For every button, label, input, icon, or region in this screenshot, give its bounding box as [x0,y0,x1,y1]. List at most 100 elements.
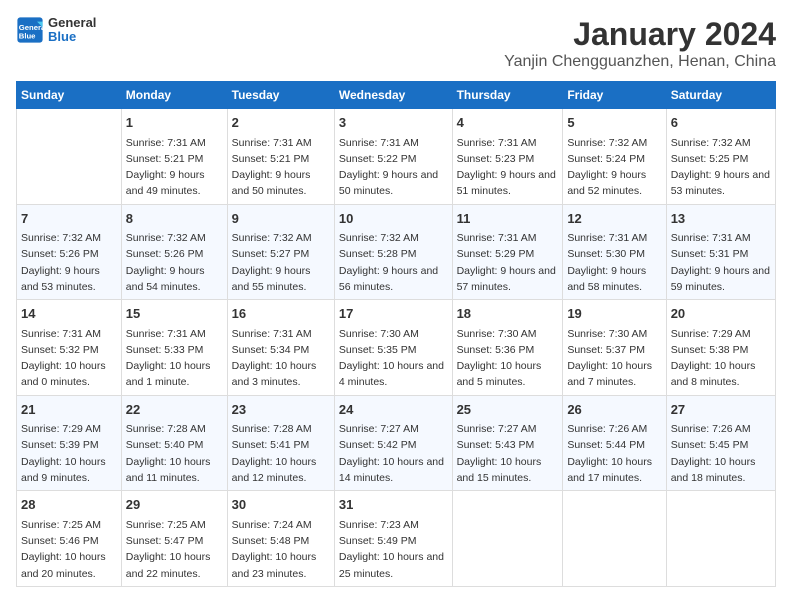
calendar-cell: 7Sunrise: 7:32 AMSunset: 5:26 PMDaylight… [17,204,122,300]
logo-icon: General Blue [16,16,44,44]
calendar-cell: 24Sunrise: 7:27 AMSunset: 5:42 PMDayligh… [334,395,452,491]
calendar-cell: 18Sunrise: 7:30 AMSunset: 5:36 PMDayligh… [452,300,563,396]
calendar-cell: 30Sunrise: 7:24 AMSunset: 5:48 PMDayligh… [227,491,334,587]
day-info: Sunrise: 7:29 AMSunset: 5:38 PMDaylight:… [671,326,771,391]
day-info: Sunrise: 7:28 AMSunset: 5:41 PMDaylight:… [232,421,330,486]
day-info: Sunrise: 7:29 AMSunset: 5:39 PMDaylight:… [21,421,117,486]
day-number: 1 [126,113,223,133]
day-number: 18 [457,304,559,324]
day-number: 27 [671,400,771,420]
col-header-sunday: Sunday [17,82,122,109]
calendar-cell: 28Sunrise: 7:25 AMSunset: 5:46 PMDayligh… [17,491,122,587]
day-info: Sunrise: 7:26 AMSunset: 5:44 PMDaylight:… [567,421,661,486]
calendar-cell: 17Sunrise: 7:30 AMSunset: 5:35 PMDayligh… [334,300,452,396]
day-number: 22 [126,400,223,420]
calendar-cell: 13Sunrise: 7:31 AMSunset: 5:31 PMDayligh… [666,204,775,300]
day-number: 31 [339,495,448,515]
day-info: Sunrise: 7:31 AMSunset: 5:21 PMDaylight:… [232,135,330,200]
day-info: Sunrise: 7:27 AMSunset: 5:42 PMDaylight:… [339,421,448,486]
day-number: 6 [671,113,771,133]
calendar-cell: 3Sunrise: 7:31 AMSunset: 5:22 PMDaylight… [334,109,452,205]
calendar-cell: 26Sunrise: 7:26 AMSunset: 5:44 PMDayligh… [563,395,666,491]
location-title: Yanjin Chengguanzhen, Henan, China [504,53,776,71]
calendar-cell: 2Sunrise: 7:31 AMSunset: 5:21 PMDaylight… [227,109,334,205]
logo-text-line1: General [48,16,96,30]
day-info: Sunrise: 7:32 AMSunset: 5:26 PMDaylight:… [126,230,223,295]
day-number: 3 [339,113,448,133]
day-info: Sunrise: 7:30 AMSunset: 5:35 PMDaylight:… [339,326,448,391]
calendar-week-row: 14Sunrise: 7:31 AMSunset: 5:32 PMDayligh… [17,300,776,396]
calendar-cell: 14Sunrise: 7:31 AMSunset: 5:32 PMDayligh… [17,300,122,396]
day-number: 23 [232,400,330,420]
day-info: Sunrise: 7:31 AMSunset: 5:29 PMDaylight:… [457,230,559,295]
day-number: 7 [21,209,117,229]
calendar-week-row: 1Sunrise: 7:31 AMSunset: 5:21 PMDaylight… [17,109,776,205]
calendar-header-row: SundayMondayTuesdayWednesdayThursdayFrid… [17,82,776,109]
day-number: 21 [21,400,117,420]
day-info: Sunrise: 7:31 AMSunset: 5:21 PMDaylight:… [126,135,223,200]
calendar-cell: 20Sunrise: 7:29 AMSunset: 5:38 PMDayligh… [666,300,775,396]
day-info: Sunrise: 7:31 AMSunset: 5:34 PMDaylight:… [232,326,330,391]
day-info: Sunrise: 7:31 AMSunset: 5:31 PMDaylight:… [671,230,771,295]
col-header-thursday: Thursday [452,82,563,109]
calendar-cell: 5Sunrise: 7:32 AMSunset: 5:24 PMDaylight… [563,109,666,205]
day-info: Sunrise: 7:31 AMSunset: 5:33 PMDaylight:… [126,326,223,391]
calendar-cell: 25Sunrise: 7:27 AMSunset: 5:43 PMDayligh… [452,395,563,491]
day-info: Sunrise: 7:32 AMSunset: 5:27 PMDaylight:… [232,230,330,295]
page-header: General Blue General Blue January 2024 Y… [16,16,776,71]
calendar-cell: 22Sunrise: 7:28 AMSunset: 5:40 PMDayligh… [121,395,227,491]
calendar-week-row: 28Sunrise: 7:25 AMSunset: 5:46 PMDayligh… [17,491,776,587]
col-header-wednesday: Wednesday [334,82,452,109]
title-block: January 2024 Yanjin Chengguanzhen, Henan… [504,16,776,71]
calendar-week-row: 7Sunrise: 7:32 AMSunset: 5:26 PMDaylight… [17,204,776,300]
day-number: 4 [457,113,559,133]
day-info: Sunrise: 7:30 AMSunset: 5:36 PMDaylight:… [457,326,559,391]
calendar-cell: 23Sunrise: 7:28 AMSunset: 5:41 PMDayligh… [227,395,334,491]
calendar-cell: 16Sunrise: 7:31 AMSunset: 5:34 PMDayligh… [227,300,334,396]
day-number: 17 [339,304,448,324]
calendar-cell [452,491,563,587]
month-title: January 2024 [504,16,776,53]
col-header-saturday: Saturday [666,82,775,109]
day-number: 2 [232,113,330,133]
calendar-cell: 27Sunrise: 7:26 AMSunset: 5:45 PMDayligh… [666,395,775,491]
day-number: 5 [567,113,661,133]
day-number: 11 [457,209,559,229]
day-number: 25 [457,400,559,420]
day-number: 12 [567,209,661,229]
day-number: 28 [21,495,117,515]
calendar-cell: 11Sunrise: 7:31 AMSunset: 5:29 PMDayligh… [452,204,563,300]
col-header-friday: Friday [563,82,666,109]
day-number: 10 [339,209,448,229]
day-info: Sunrise: 7:25 AMSunset: 5:46 PMDaylight:… [21,517,117,582]
calendar-cell: 19Sunrise: 7:30 AMSunset: 5:37 PMDayligh… [563,300,666,396]
day-info: Sunrise: 7:24 AMSunset: 5:48 PMDaylight:… [232,517,330,582]
day-info: Sunrise: 7:26 AMSunset: 5:45 PMDaylight:… [671,421,771,486]
calendar-week-row: 21Sunrise: 7:29 AMSunset: 5:39 PMDayligh… [17,395,776,491]
day-info: Sunrise: 7:28 AMSunset: 5:40 PMDaylight:… [126,421,223,486]
calendar-cell: 4Sunrise: 7:31 AMSunset: 5:23 PMDaylight… [452,109,563,205]
day-number: 29 [126,495,223,515]
day-number: 30 [232,495,330,515]
day-info: Sunrise: 7:27 AMSunset: 5:43 PMDaylight:… [457,421,559,486]
day-info: Sunrise: 7:32 AMSunset: 5:25 PMDaylight:… [671,135,771,200]
calendar-cell [666,491,775,587]
day-number: 24 [339,400,448,420]
day-number: 16 [232,304,330,324]
calendar-cell: 15Sunrise: 7:31 AMSunset: 5:33 PMDayligh… [121,300,227,396]
calendar-cell: 1Sunrise: 7:31 AMSunset: 5:21 PMDaylight… [121,109,227,205]
logo-text-line2: Blue [48,30,96,44]
day-info: Sunrise: 7:32 AMSunset: 5:28 PMDaylight:… [339,230,448,295]
calendar-cell [17,109,122,205]
calendar-cell: 12Sunrise: 7:31 AMSunset: 5:30 PMDayligh… [563,204,666,300]
calendar-cell: 29Sunrise: 7:25 AMSunset: 5:47 PMDayligh… [121,491,227,587]
calendar-cell: 8Sunrise: 7:32 AMSunset: 5:26 PMDaylight… [121,204,227,300]
day-info: Sunrise: 7:32 AMSunset: 5:26 PMDaylight:… [21,230,117,295]
day-number: 13 [671,209,771,229]
day-info: Sunrise: 7:31 AMSunset: 5:30 PMDaylight:… [567,230,661,295]
calendar-cell: 21Sunrise: 7:29 AMSunset: 5:39 PMDayligh… [17,395,122,491]
day-number: 8 [126,209,223,229]
day-number: 15 [126,304,223,324]
day-info: Sunrise: 7:31 AMSunset: 5:23 PMDaylight:… [457,135,559,200]
calendar-table: SundayMondayTuesdayWednesdayThursdayFrid… [16,81,776,587]
